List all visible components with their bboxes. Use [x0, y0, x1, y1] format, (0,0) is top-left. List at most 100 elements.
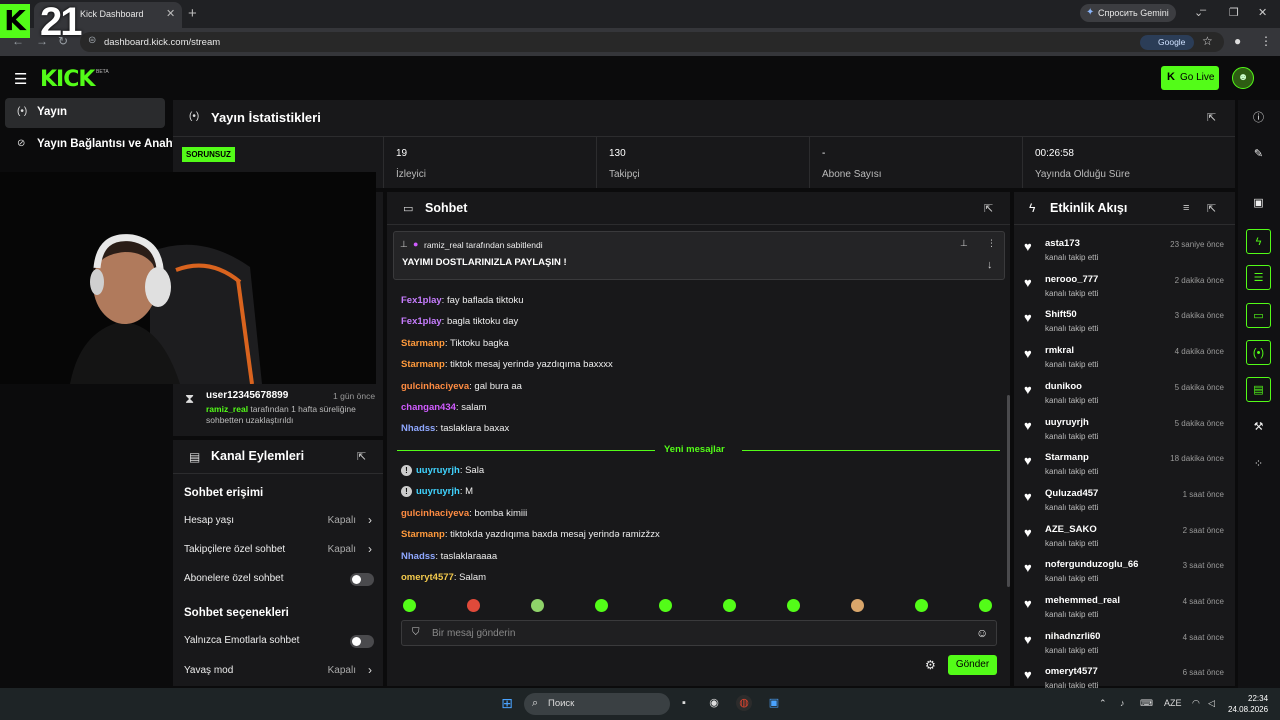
- microphone-icon[interactable]: ♪: [1120, 698, 1125, 708]
- system-clock[interactable]: 22:34 24.08.2026: [1228, 693, 1268, 715]
- gemini-button[interactable]: ✦ Спросить Gemini: [1080, 4, 1176, 22]
- maximize-icon[interactable]: ❐: [1229, 6, 1239, 19]
- popout-icon[interactable]: ⇱: [357, 450, 366, 463]
- chat-username[interactable]: changan434: [401, 402, 456, 413]
- chat-username[interactable]: Nhadss: [401, 551, 435, 562]
- minimize-icon[interactable]: –: [1200, 4, 1206, 16]
- chat-username[interactable]: Starmanp: [401, 359, 445, 370]
- chat-message-input[interactable]: [432, 626, 962, 641]
- activity-username[interactable]: uuyruyrjh: [1045, 417, 1089, 428]
- emote-icon[interactable]: [787, 599, 800, 612]
- more-options-icon[interactable]: ⋮: [987, 238, 996, 249]
- chat-username[interactable]: Nhadss: [401, 423, 435, 434]
- site-info-icon[interactable]: ⊜: [88, 35, 96, 46]
- moderator-name[interactable]: ramiz_real: [206, 404, 248, 414]
- activity-username[interactable]: mehemmed_real: [1045, 595, 1120, 606]
- send-button[interactable]: Gönder: [948, 655, 997, 675]
- activity-username[interactable]: nerooo_777: [1045, 274, 1098, 285]
- go-live-button[interactable]: K Go Live: [1161, 66, 1219, 90]
- followers-only-row[interactable]: Takipçilere özel sohbet Kapalı ›: [184, 540, 374, 560]
- tray-chevron-icon[interactable]: ⌃: [1099, 698, 1107, 709]
- emote-icon[interactable]: [403, 599, 416, 612]
- new-tab-icon[interactable]: +: [188, 5, 197, 22]
- keyboard-icon[interactable]: ⌨: [1140, 698, 1153, 709]
- volume-icon[interactable]: ◁: [1208, 698, 1215, 709]
- list-icon[interactable]: ☰: [1246, 265, 1271, 290]
- chat-username[interactable]: gulcinhaciyeva: [401, 381, 469, 392]
- chat-username[interactable]: Fex1play: [401, 316, 442, 327]
- kick-logo[interactable]: KICK: [40, 67, 95, 92]
- filter-icon[interactable]: ≡: [1183, 202, 1189, 214]
- lightning-icon[interactable]: ϟ: [1246, 229, 1271, 254]
- actions-icon[interactable]: ▤: [1246, 377, 1271, 402]
- emote-icon[interactable]: [851, 599, 864, 612]
- wifi-icon[interactable]: ◠: [1192, 698, 1200, 709]
- popout-icon[interactable]: ⇱: [984, 202, 993, 215]
- expand-icon[interactable]: ↓: [987, 259, 993, 271]
- hamburger-menu-icon[interactable]: ☰: [14, 70, 27, 88]
- emote-icon[interactable]: [595, 599, 608, 612]
- emote-icon[interactable]: [659, 599, 672, 612]
- task-view-icon[interactable]: ▪: [676, 695, 692, 711]
- emoji-icon[interactable]: ☺: [976, 626, 988, 640]
- app-icon[interactable]: ▣: [766, 695, 782, 711]
- chat-username[interactable]: Fex1play: [401, 295, 442, 306]
- chat-username[interactable]: omeryt4577: [401, 572, 454, 583]
- info-icon[interactable]: ⓘ: [1246, 106, 1271, 131]
- edit-icon[interactable]: ✎: [1246, 142, 1271, 167]
- unpin-icon[interactable]: ⊥: [960, 238, 968, 249]
- sidebar-item-stream-key[interactable]: ⊘ Yayın Bağlantısı ve Anahtarı: [5, 130, 173, 160]
- profile-icon[interactable]: ●: [1234, 34, 1241, 48]
- taskbar-search[interactable]: ⌕ Поиск: [524, 693, 670, 715]
- activity-username[interactable]: rmkral: [1045, 345, 1074, 356]
- app-icon[interactable]: ◉: [706, 695, 722, 711]
- video-icon[interactable]: ▣: [1246, 191, 1271, 216]
- banned-username[interactable]: user12345678899: [206, 390, 288, 401]
- activity-username[interactable]: nofergunduzoglu_66: [1045, 559, 1138, 570]
- subscribers-only-toggle[interactable]: [350, 573, 374, 586]
- slow-mode-row[interactable]: Yavaş mod Kapalı ›: [184, 661, 374, 681]
- chat-input-box[interactable]: ⛉ ☺: [401, 620, 997, 646]
- account-age-row[interactable]: Hesap yaşı Kapalı ›: [184, 511, 374, 531]
- sidebar-item-stream[interactable]: (•) Yayın: [5, 98, 165, 128]
- url-bar[interactable]: ⊜ dashboard.kick.com/stream: [80, 32, 1224, 52]
- chat-text: gal bura aa: [474, 380, 522, 392]
- emote-icon[interactable]: [467, 599, 480, 612]
- bookmark-star-icon[interactable]: ☆: [1202, 34, 1213, 48]
- windows-start-icon[interactable]: ⊞: [499, 695, 515, 711]
- chat-username[interactable]: Starmanp: [401, 338, 445, 349]
- popout-icon[interactable]: ⇱: [1207, 202, 1216, 215]
- activity-username[interactable]: nihadnzrli60: [1045, 631, 1100, 642]
- activity-username[interactable]: Quluzad457: [1045, 488, 1098, 499]
- chrome-icon[interactable]: ◍: [736, 695, 752, 711]
- chat-username[interactable]: uuyruyrjh: [416, 465, 460, 476]
- activity-username[interactable]: AZE_SAKO: [1045, 524, 1097, 535]
- language-indicator[interactable]: AZE: [1164, 698, 1182, 708]
- popout-icon[interactable]: ⇱: [1207, 111, 1216, 124]
- broadcast-icon[interactable]: (•): [1246, 340, 1271, 365]
- activity-username[interactable]: asta173: [1045, 238, 1080, 249]
- chat-scrollbar[interactable]: [1007, 395, 1010, 587]
- activity-username[interactable]: omeryt4577: [1045, 666, 1098, 677]
- chat-icon[interactable]: ▭: [1246, 303, 1271, 328]
- emote-only-toggle[interactable]: [350, 635, 374, 648]
- emote-icon[interactable]: [531, 599, 544, 612]
- close-window-icon[interactable]: ✕: [1258, 6, 1267, 19]
- activity-username[interactable]: Starmanp: [1045, 452, 1089, 463]
- activity-username[interactable]: Shift50: [1045, 309, 1077, 320]
- tab-close-icon[interactable]: ✕: [166, 7, 175, 20]
- shield-icon[interactable]: ⛉: [412, 627, 420, 638]
- activity-username[interactable]: dunikoo: [1045, 381, 1082, 392]
- emote-icon[interactable]: [979, 599, 992, 612]
- browser-menu-icon[interactable]: ⋮: [1260, 34, 1272, 48]
- emote-icon[interactable]: [723, 599, 736, 612]
- wrench-icon[interactable]: ⚒: [1246, 415, 1271, 440]
- google-lens-pill[interactable]: Google: [1140, 35, 1194, 50]
- chat-username[interactable]: gulcinhaciyeva: [401, 508, 469, 519]
- gear-icon[interactable]: ⚙: [925, 658, 936, 672]
- apps-icon[interactable]: ⁘: [1246, 452, 1271, 477]
- chat-username[interactable]: Starmanp: [401, 529, 445, 540]
- emote-icon[interactable]: [915, 599, 928, 612]
- user-avatar[interactable]: ☻: [1232, 67, 1254, 89]
- chat-username[interactable]: uuyruyrjh: [416, 486, 460, 497]
